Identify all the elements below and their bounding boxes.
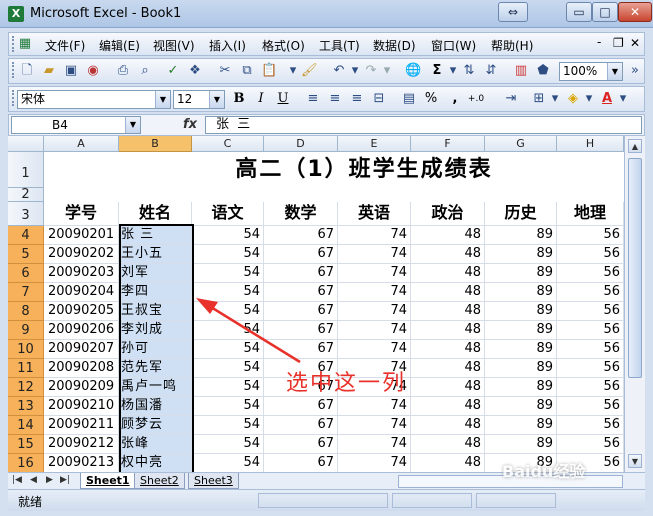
annotation-arrow xyxy=(196,298,301,364)
annotation-text: 选中这一列 xyxy=(286,371,407,396)
watermark: Baidu经验 xyxy=(502,462,586,481)
